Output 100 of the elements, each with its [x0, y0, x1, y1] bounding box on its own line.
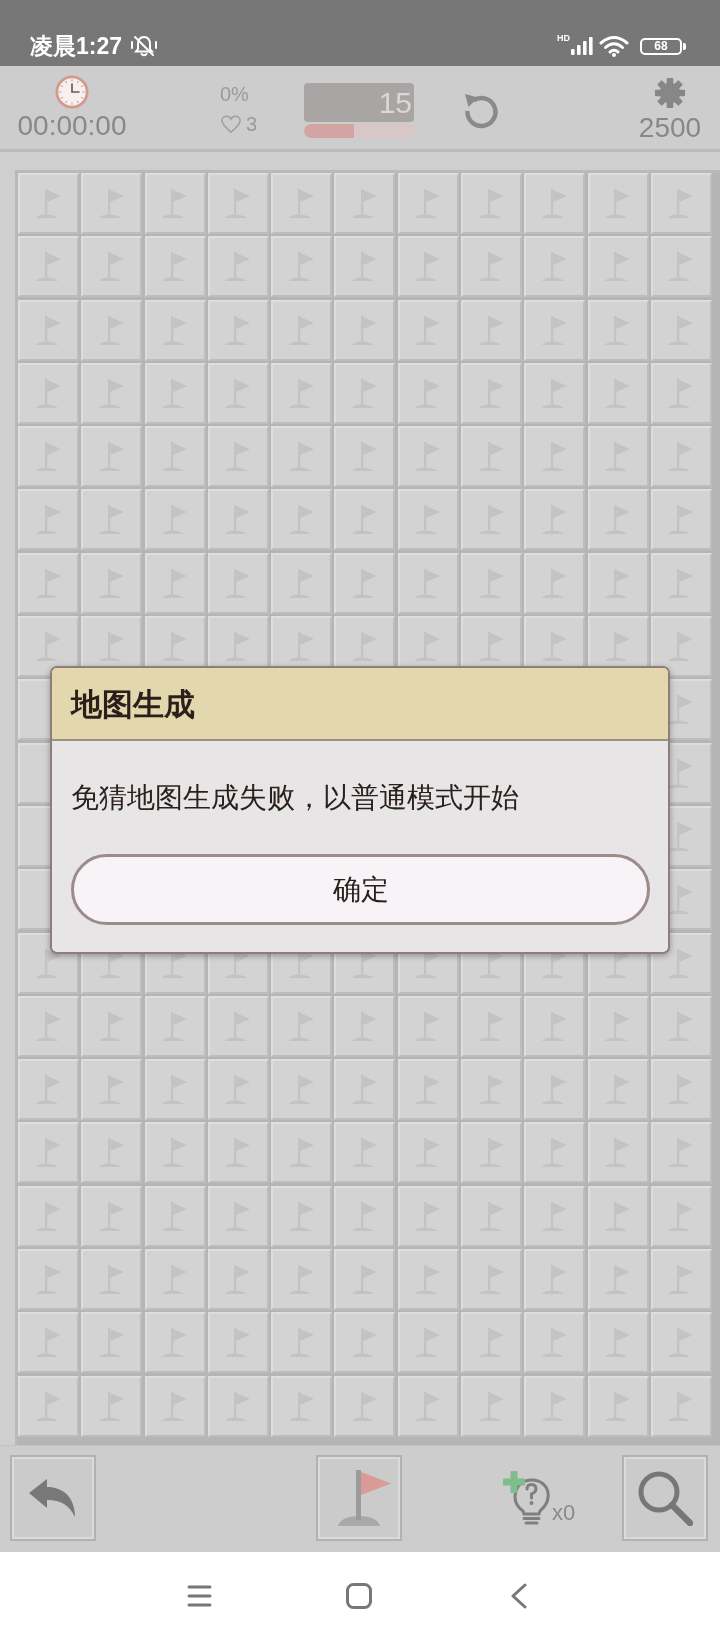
board-tile[interactable] [524, 995, 586, 1057]
board-tile[interactable] [397, 362, 459, 424]
board-tile[interactable] [334, 173, 396, 234]
board-tile[interactable] [461, 362, 523, 424]
board-tile[interactable] [81, 552, 143, 614]
board-tile[interactable] [397, 1312, 459, 1374]
board-tile[interactable] [271, 1249, 333, 1311]
search-button[interactable] [622, 1455, 708, 1541]
board-tile[interactable] [397, 1059, 459, 1121]
board-tile[interactable] [334, 426, 396, 488]
board-tile[interactable] [397, 299, 459, 361]
board-tile[interactable] [144, 552, 206, 614]
board-tile[interactable] [524, 552, 586, 614]
board-tile[interactable] [271, 1312, 333, 1374]
board-tile[interactable] [18, 299, 79, 361]
board-tile[interactable] [524, 299, 586, 361]
board-tile[interactable] [587, 362, 649, 424]
board-tile[interactable] [18, 236, 79, 298]
board-tile[interactable] [81, 489, 143, 551]
board-tile[interactable] [271, 489, 333, 551]
board-tile[interactable] [524, 426, 586, 488]
board-tile[interactable] [650, 299, 712, 361]
board-tile[interactable] [18, 173, 79, 234]
board-tile[interactable] [587, 426, 649, 488]
board-tile[interactable] [207, 299, 269, 361]
board-tile[interactable] [461, 299, 523, 361]
board-tile[interactable] [144, 1059, 206, 1121]
board-tile[interactable] [207, 1312, 269, 1374]
board-tile[interactable] [650, 552, 712, 614]
flag-button[interactable] [316, 1455, 402, 1541]
board-tile[interactable] [650, 1059, 712, 1121]
board-tile[interactable] [587, 489, 649, 551]
board-tile[interactable] [271, 1375, 333, 1437]
board-tile[interactable] [81, 173, 143, 234]
board-tile[interactable] [397, 995, 459, 1057]
board-tile[interactable] [144, 236, 206, 298]
board-tile[interactable] [524, 173, 586, 234]
board-tile[interactable] [81, 1122, 143, 1184]
board-tile[interactable] [334, 1185, 396, 1247]
board-tile[interactable] [397, 1375, 459, 1437]
board-tile[interactable] [144, 1375, 206, 1437]
board-tile[interactable] [271, 426, 333, 488]
board-tile[interactable] [461, 173, 523, 234]
board-tile[interactable] [144, 1249, 206, 1311]
board-tile[interactable] [587, 236, 649, 298]
board-tile[interactable] [207, 426, 269, 488]
board-tile[interactable] [207, 995, 269, 1057]
board-tile[interactable] [397, 1122, 459, 1184]
board-tile[interactable] [587, 173, 649, 234]
board-tile[interactable] [397, 236, 459, 298]
board-tile[interactable] [207, 362, 269, 424]
board-tile[interactable] [334, 1375, 396, 1437]
board-tile[interactable] [461, 489, 523, 551]
board-tile[interactable] [524, 1059, 586, 1121]
board-tile[interactable] [81, 299, 143, 361]
board-tile[interactable] [18, 1312, 79, 1374]
board-tile[interactable] [397, 552, 459, 614]
board-tile[interactable] [587, 552, 649, 614]
board-tile[interactable] [650, 173, 712, 234]
board-tile[interactable] [650, 1185, 712, 1247]
board-tile[interactable] [587, 1185, 649, 1247]
board-tile[interactable] [81, 995, 143, 1057]
board-tile[interactable] [461, 1312, 523, 1374]
board-tile[interactable] [461, 995, 523, 1057]
board-tile[interactable] [334, 552, 396, 614]
board-tile[interactable] [18, 1122, 79, 1184]
board-tile[interactable] [461, 1122, 523, 1184]
board-tile[interactable] [81, 1185, 143, 1247]
board-tile[interactable] [397, 1185, 459, 1247]
board-tile[interactable] [207, 1249, 269, 1311]
board-tile[interactable] [334, 299, 396, 361]
board-tile[interactable] [81, 426, 143, 488]
board-tile[interactable] [207, 1185, 269, 1247]
board-tile[interactable] [587, 1249, 649, 1311]
board-tile[interactable] [271, 1122, 333, 1184]
back-icon[interactable] [510, 1583, 527, 1609]
board-tile[interactable] [650, 1375, 712, 1437]
board-tile[interactable] [144, 1122, 206, 1184]
board-tile[interactable] [271, 362, 333, 424]
board-tile[interactable] [650, 995, 712, 1057]
board-tile[interactable] [524, 1249, 586, 1311]
board-tile[interactable] [81, 1059, 143, 1121]
board-tile[interactable] [18, 1375, 79, 1437]
board-tile[interactable] [650, 1312, 712, 1374]
board-tile[interactable] [271, 173, 333, 234]
board-tile[interactable] [524, 1375, 586, 1437]
board-tile[interactable] [18, 1249, 79, 1311]
board-tile[interactable] [207, 236, 269, 298]
board-tile[interactable] [144, 299, 206, 361]
board-tile[interactable] [524, 236, 586, 298]
board-tile[interactable] [144, 995, 206, 1057]
board-tile[interactable] [271, 1059, 333, 1121]
board-tile[interactable] [81, 1312, 143, 1374]
board-tile[interactable] [18, 1059, 79, 1121]
board-tile[interactable] [461, 426, 523, 488]
board-tile[interactable] [271, 236, 333, 298]
board-tile[interactable] [207, 552, 269, 614]
board-tile[interactable] [461, 1249, 523, 1311]
board-tile[interactable] [144, 489, 206, 551]
board-tile[interactable] [18, 362, 79, 424]
